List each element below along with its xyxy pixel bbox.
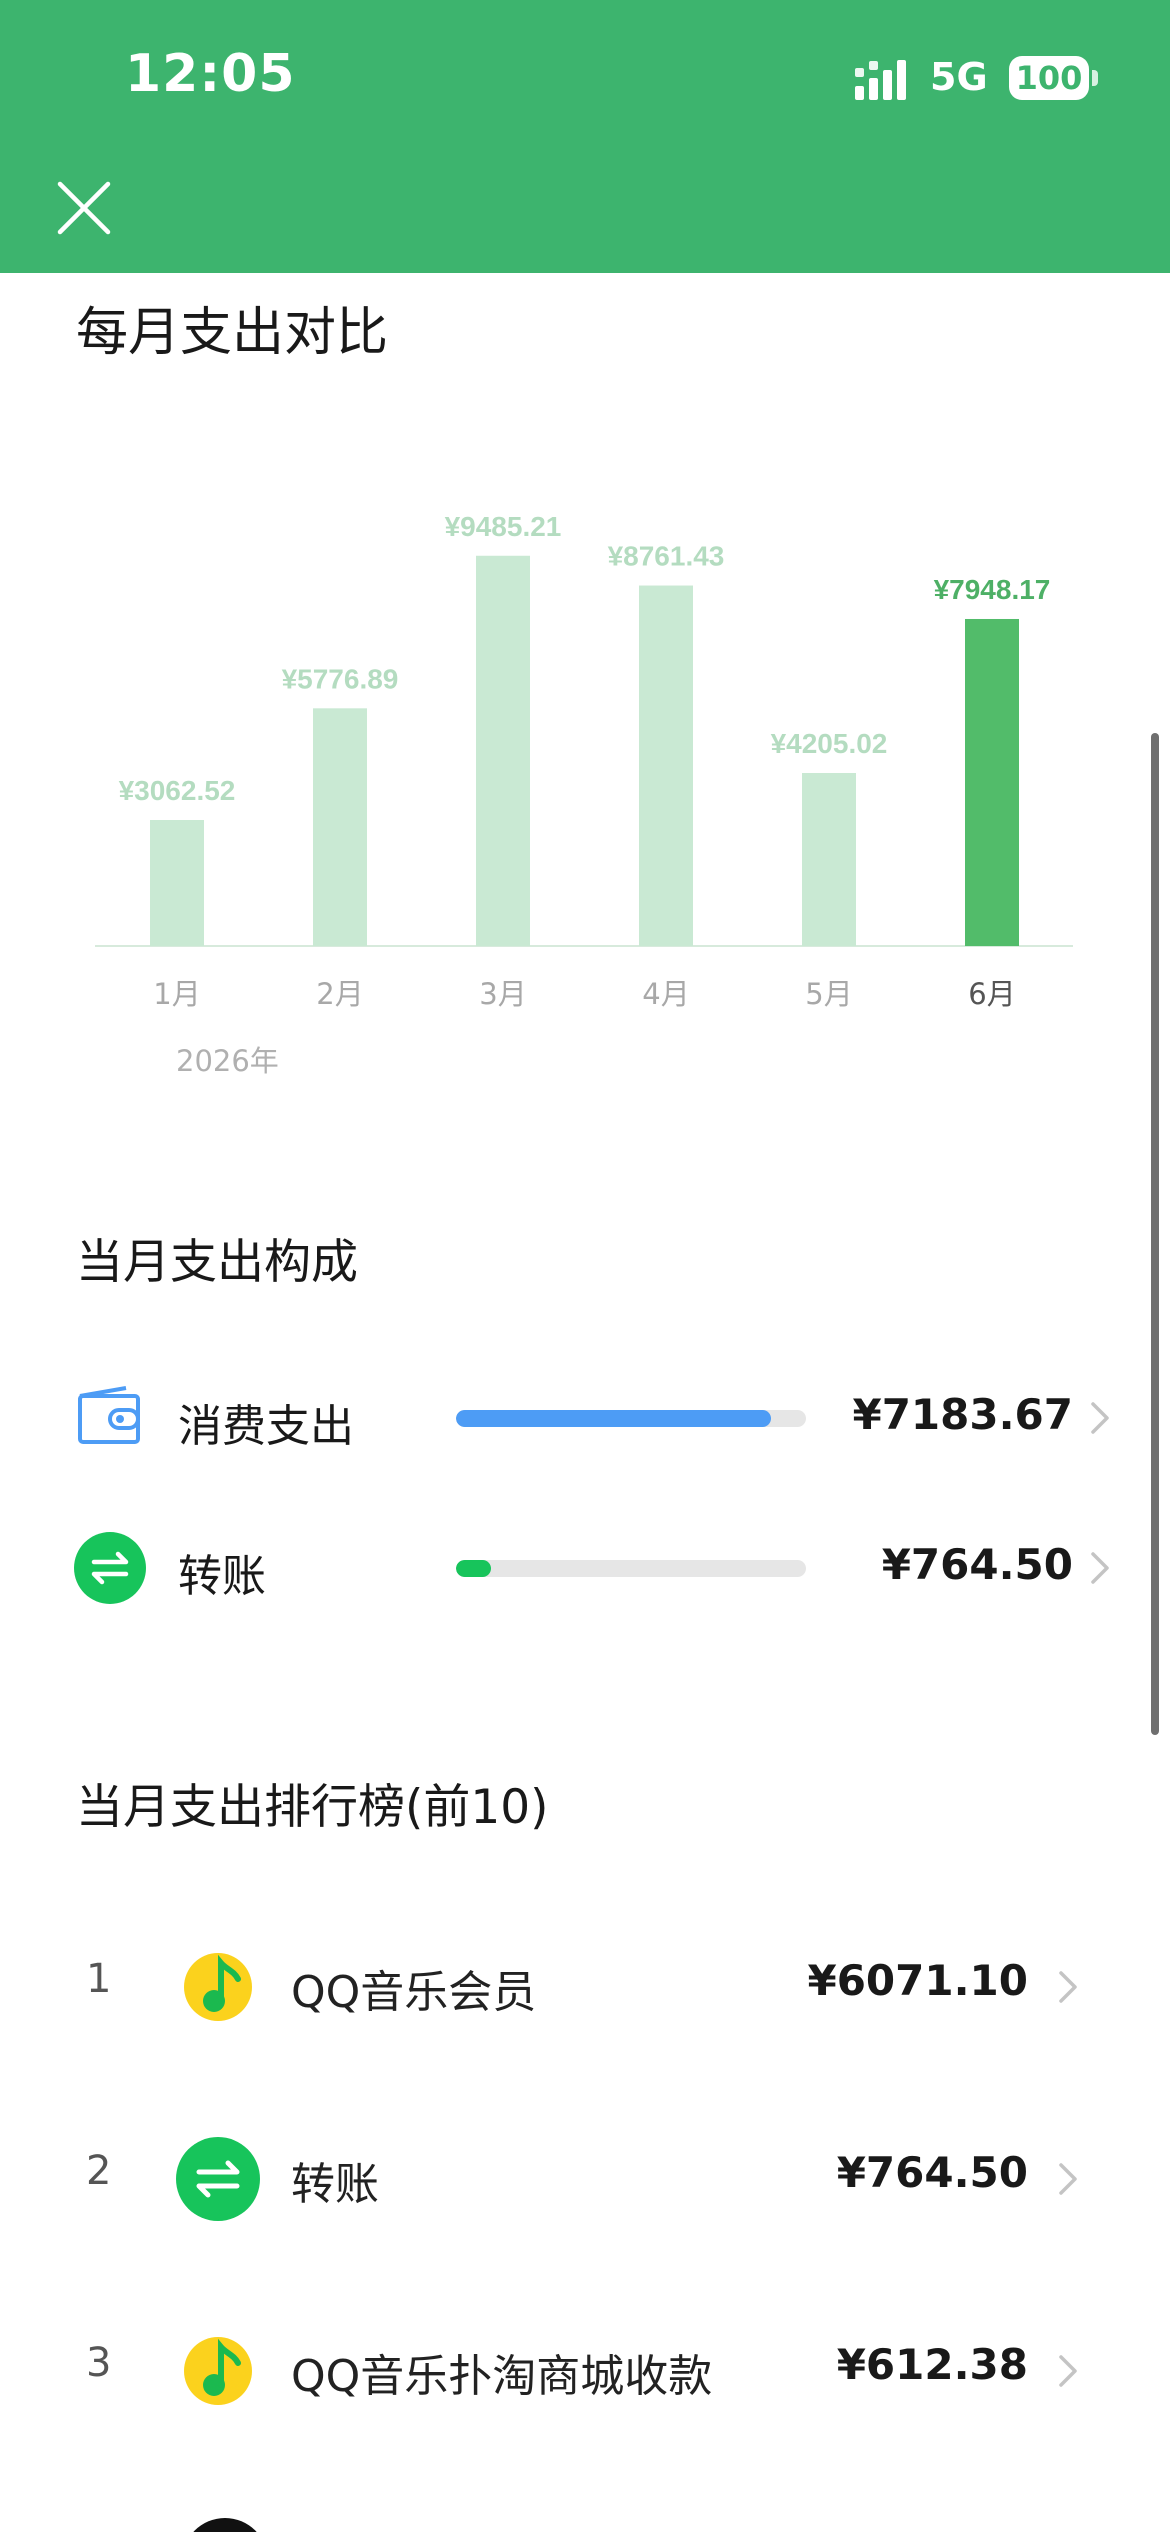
rank-number: 2	[86, 2148, 112, 2194]
merchant-name: 转账	[291, 2159, 379, 2210]
composition-progress-fill	[456, 1560, 491, 1577]
chart-value-label: ¥7948.17	[934, 574, 1051, 605]
wallet-icon	[78, 1386, 140, 1444]
merchant-name: QQ音乐扑淘商城收款	[291, 2351, 713, 2402]
close-icon[interactable]	[56, 180, 112, 236]
rank-amount: ¥612.38	[836, 2340, 1028, 2389]
rank-amount: ¥6071.10	[807, 1956, 1028, 2005]
rank-number: 3	[86, 2340, 112, 2386]
composition-progress-track	[456, 1410, 806, 1427]
transfer-arrows-icon	[74, 1532, 146, 1604]
composition-row-transfer[interactable]: 转账 ¥764.50	[0, 1518, 1170, 1618]
chart-value-label: ¥5776.89	[282, 663, 399, 694]
battery-nub	[1092, 70, 1098, 86]
chart-year-label: 2026年	[176, 1044, 279, 1078]
chart-value-label: ¥3062.52	[119, 775, 236, 806]
status-time: 12:05	[125, 44, 296, 104]
chevron-right-icon	[1091, 1402, 1109, 1434]
merchant-name: QQ音乐会员	[291, 1967, 537, 2018]
chart-value-label: ¥8761.43	[608, 541, 725, 572]
composition-amount: ¥7183.67	[852, 1390, 1073, 1439]
ranking-row-2[interactable]: 2 转账 ¥764.50	[0, 2102, 1170, 2252]
chart-month-label[interactable]: 3月	[479, 977, 526, 1011]
ranking-title: 当月支出排行榜(前10)	[76, 1780, 549, 1835]
monthly-title: 每月支出对比	[76, 303, 389, 363]
chart-bar-4[interactable]	[639, 585, 693, 946]
chart-bar-5[interactable]	[802, 772, 856, 946]
chevron-right-icon	[1059, 2355, 1077, 2387]
composition-row-consumption[interactable]: 消费支出 ¥7183.67	[0, 1368, 1170, 1468]
qq-music-icon	[184, 2337, 252, 2405]
chevron-right-icon	[1059, 2163, 1077, 2195]
composition-title: 当月支出构成	[76, 1235, 358, 1290]
composition-amount: ¥764.50	[881, 1540, 1073, 1589]
chart-month-label[interactable]: 1月	[153, 977, 200, 1011]
monthly-bar-chart: ¥3062.52 1月 ¥5776.89 2月 ¥9485.21 3月 ¥8761.43 4月…	[95, 511, 1073, 1011]
chevron-right-icon	[1059, 1971, 1077, 2003]
rank-number: 1	[86, 1956, 112, 2002]
signal-icon	[855, 60, 906, 100]
chevron-right-icon	[1091, 1552, 1109, 1584]
chart-bar-3[interactable]	[476, 555, 530, 946]
transfer-arrows-icon	[176, 2137, 260, 2221]
chart-bar-2[interactable]	[313, 708, 367, 946]
chart-month-label[interactable]: 5月	[805, 977, 852, 1011]
chart-month-label[interactable]: 6月	[968, 977, 1015, 1011]
network-type: 5G	[930, 55, 988, 99]
ranking-row-4-avatar	[182, 2518, 268, 2532]
ranking-row-3[interactable]: 3 QQ音乐扑淘商城收款 ¥612.38	[0, 2294, 1170, 2444]
composition-progress-track	[456, 1560, 806, 1577]
battery-icon: 100	[1009, 56, 1089, 100]
composition-label: 转账	[178, 1551, 266, 1602]
chart-month-label[interactable]: 2月	[316, 977, 363, 1011]
composition-label: 消费支出	[178, 1401, 354, 1452]
chart-value-label: ¥9485.21	[445, 511, 562, 542]
rank-amount: ¥764.50	[836, 2148, 1028, 2197]
scrollbar[interactable]	[1151, 733, 1159, 1735]
chart-bar-1[interactable]	[150, 819, 204, 946]
chart-bar-6[interactable]	[965, 618, 1019, 946]
header-bar: 12:05 5G 100	[0, 0, 1170, 273]
chart-value-label: ¥4205.02	[771, 728, 888, 759]
composition-progress-fill	[456, 1410, 771, 1427]
chart-month-label[interactable]: 4月	[642, 977, 689, 1011]
qq-music-icon	[184, 1953, 252, 2021]
ranking-row-1[interactable]: 1 QQ音乐会员 ¥6071.10	[0, 1910, 1170, 2060]
